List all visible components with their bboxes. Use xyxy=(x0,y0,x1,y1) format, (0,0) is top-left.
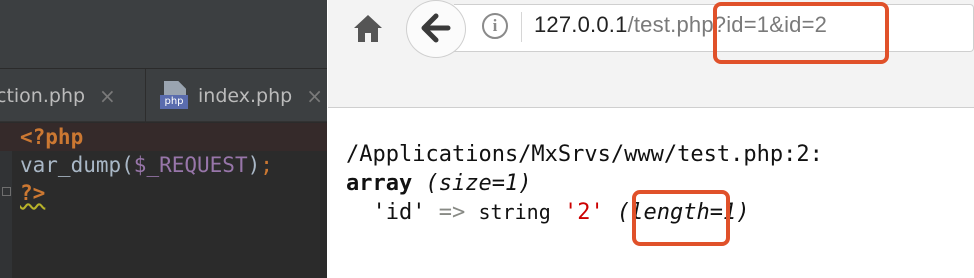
php-open-tag: <?php xyxy=(20,125,84,149)
back-arrow-icon xyxy=(421,13,451,43)
array-size: (size=1) xyxy=(425,171,532,196)
value-annotation-box xyxy=(632,190,730,246)
code-line-2: var_dump($_REQUEST); xyxy=(0,151,327,179)
tab-index-php[interactable]: php index.php × xyxy=(150,69,327,123)
home-button[interactable] xyxy=(350,10,386,46)
output-path-line: /Applications/MxSrvs/www/test.php:2: xyxy=(346,142,823,167)
array-key: 'id' xyxy=(372,200,426,225)
semicolon: ; xyxy=(260,153,273,177)
php-file-icon: php xyxy=(160,81,190,111)
address-separator xyxy=(521,12,522,42)
editor-tab-bar: ction.php × php index.php × xyxy=(0,68,327,123)
function-call: var_dump( xyxy=(20,153,134,177)
value-type: string xyxy=(478,200,551,224)
output-entry-line: 'id' => string '2' (length=1) xyxy=(346,198,823,227)
tab-label: index.php xyxy=(198,85,293,107)
url-host: 127.0.0.1 xyxy=(534,12,628,37)
arrow-operator: => xyxy=(438,200,466,225)
close-icon[interactable]: × xyxy=(306,84,323,108)
url-annotation-box xyxy=(713,2,889,64)
home-icon xyxy=(354,15,382,42)
code-editor[interactable]: <?php var_dump($_REQUEST); ?> xyxy=(0,123,327,207)
info-icon[interactable]: i xyxy=(482,13,508,39)
var-dump-output: /Applications/MxSrvs/www/test.php:2: arr… xyxy=(346,140,823,227)
string-value: '2' xyxy=(563,200,604,225)
ide-toolbar-area xyxy=(0,0,327,68)
close-icon[interactable]: × xyxy=(99,84,116,108)
ide-editor-pane: ction.php × php index.php × <?php var_du… xyxy=(0,0,327,278)
php-close-tag: ?> xyxy=(20,181,46,205)
paren-close: ) xyxy=(247,153,261,177)
output-array-line: array (size=1) xyxy=(346,169,823,198)
code-line-3: ?> xyxy=(0,179,327,207)
tab-label: ction.php xyxy=(0,85,86,107)
array-keyword: array xyxy=(346,171,413,196)
tab-action-php[interactable]: ction.php × xyxy=(0,69,146,123)
browser-toolbar: i 127.0.0.1/test.php?id=1&id=2 xyxy=(328,0,974,108)
back-button[interactable] xyxy=(406,0,466,58)
code-line-1: <?php xyxy=(0,123,327,151)
browser-window: i 127.0.0.1/test.php?id=1&id=2 /Applicat… xyxy=(328,0,974,278)
variable-request: $_REQUEST xyxy=(133,153,248,177)
